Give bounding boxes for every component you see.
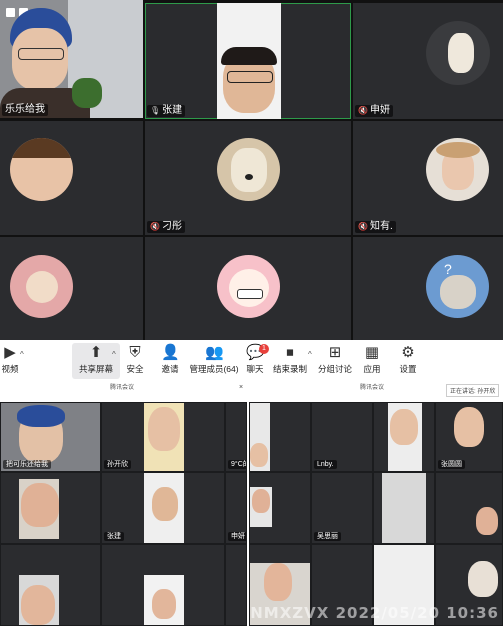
avatar: ? [426,255,489,318]
participant-tile[interactable] [373,472,435,544]
left-video-panel: 把可乐还给我 孙开欣 9°C的 张建 申妍 [0,402,247,626]
participant-tile[interactable]: 申妍 [225,472,247,544]
participant-tile[interactable] [249,472,311,544]
participant-name: 🔇 知有. [355,221,396,233]
add-user-icon: 👤 [161,344,180,361]
participant-tile[interactable] [0,472,101,544]
participant-tile[interactable]: 张圆圆 [435,402,503,472]
participant-tile-active-speaker[interactable]: 🎙 张建 [145,3,351,119]
participant-tile[interactable]: 9°C的 [225,402,247,472]
participant-name: 张建 [104,532,124,541]
video-label: 视频 [1,364,19,374]
participant-tile[interactable]: 孙开欣 [101,402,225,472]
avatar [426,138,489,201]
participant-tile[interactable]: ? [353,237,503,340]
avatar [217,138,280,201]
participant-tile[interactable] [0,544,101,626]
mic-off-icon: 🔇 [358,106,368,115]
avatar [217,255,280,318]
participant-name: 孙开欣 [104,460,131,469]
participant-tile[interactable] [225,544,247,626]
avatar [426,21,490,85]
participant-name: 把可乐还给我 [3,460,51,469]
participant-name: 🎙 张建 [147,105,186,117]
stop-record-icon: ⏹ [286,344,294,361]
chevron-up-icon[interactable]: ^ [20,350,24,359]
participant-tile[interactable]: 吴思丽 [311,472,373,544]
participant-name: 申妍 [228,532,246,541]
participant-tile[interactable]: 张建 [101,472,225,544]
participant-tile[interactable]: 🔇 知有. [353,121,503,235]
share-screen-icon: ⬆ [89,344,103,361]
meeting-title: 腾讯会议 [360,385,385,391]
members-icon: 👥 [205,344,224,361]
participant-tile[interactable]: 🔇 刁彤 [145,121,351,235]
watermark-timestamp: NMXZVX 2022/05/20 10:36 [250,604,499,622]
breakout-icon: ⊞ [328,344,342,361]
participant-tile[interactable] [145,237,351,340]
mic-off-icon: 🔇 [358,222,368,231]
participant-name: 乐乐给我 [2,104,48,116]
avatar [10,138,73,201]
apps-label: 应用 [363,364,381,374]
secondary-screen-capture: 腾讯会议 腾讯会议 正在讲话: 孙开欣 × 把可乐还给我 孙开欣 9°C的 张建… [0,382,503,626]
breakout-label: 分组讨论 [317,364,352,374]
right-video-panel: Lnby. 张圆圆 吴思丽 [249,402,503,626]
close-icon[interactable]: × [236,384,246,400]
participant-tile[interactable]: 乐乐给我 [0,0,143,118]
stop-recording-button[interactable]: ⏹ 结束录制 [266,343,314,379]
participant-tile[interactable] [101,544,225,626]
participant-tile[interactable] [0,237,143,340]
participant-name: 吴思丽 [314,532,341,541]
participant-tile[interactable] [249,402,311,472]
mic-icon: 🎙 [150,106,161,115]
settings-label: 设置 [399,364,417,374]
video-camera-icon: ▶ [4,344,16,361]
shield-icon: ⛨ [129,344,141,361]
meeting-title: 腾讯会议 [110,385,135,391]
apps-grid-icon: ▦ [364,344,380,361]
participant-name: Lnby. [314,460,337,469]
speaking-notice: 正在讲话: 孙开欣 [446,384,500,397]
share-label: 共享屏幕 [78,364,113,374]
meeting-toolbar: ▶ 视频 ^ ⬆ 共享屏幕 ^ ⛨ 安全 👤 邀请 👥 管理成员(64) 💬 1… [0,340,503,382]
avatar [10,255,73,318]
participant-name: 9°C的 [228,460,246,469]
participant-tile[interactable]: 把可乐还给我 [0,402,101,472]
gear-icon: ⚙ [401,344,415,361]
participant-tile[interactable]: Lnby. [311,402,373,472]
participant-name: 张圆圆 [438,460,465,469]
question-mark-icon: ? [444,261,452,277]
mic-off-icon: 🔇 [150,222,160,231]
participant-tile[interactable] [0,121,143,235]
security-label: 安全 [126,364,144,374]
settings-button[interactable]: ⚙ 设置 [384,343,432,379]
video-grid: 乐乐给我 🎙 张建 🔇 申妍 🔇 刁彤 🔇 知有. ? [0,0,503,340]
chat-label: 聊天 [246,364,264,374]
participant-name: 🔇 申妍 [355,105,393,117]
participant-tile[interactable]: 🔇 申妍 [353,3,503,119]
participant-name: 🔇 刁彤 [147,221,185,233]
invite-label: 邀请 [161,364,179,374]
record-label: 结束录制 [272,364,307,374]
participant-tile[interactable] [373,402,435,472]
video-button[interactable]: ▶ 视频 [0,343,34,379]
participant-tile[interactable] [435,472,503,544]
